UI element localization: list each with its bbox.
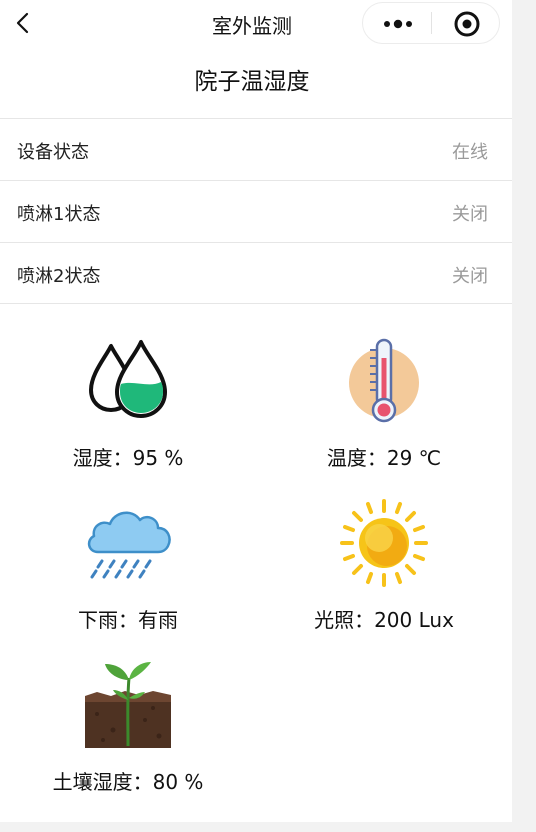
status-list: 设备状态 在线 喷淋1状态 关闭 喷淋2状态 关闭 <box>0 118 512 304</box>
status-value: 关闭 <box>452 204 488 225</box>
rain-label: 下雨：有雨 <box>78 608 178 632</box>
close-button[interactable] <box>433 3 499 43</box>
status-value: 在线 <box>452 142 488 163</box>
more-button[interactable] <box>363 3 431 43</box>
status-label: 喷淋2状态 <box>17 266 101 287</box>
sun-icon <box>340 499 428 587</box>
mini-program-capsule <box>362 2 500 44</box>
capsule-divider <box>431 12 432 34</box>
status-label: 喷淋1状态 <box>17 204 101 225</box>
target-icon <box>454 11 480 37</box>
temperature-tile: 温度：29 ℃ <box>256 336 512 470</box>
thermometer-icon <box>349 338 419 423</box>
status-label: 设备状态 <box>17 142 89 163</box>
status-value: 关闭 <box>452 266 488 287</box>
rain-tile: 下雨：有雨 <box>0 506 256 632</box>
nav-bar: 室外监测 <box>0 0 512 46</box>
status-row-device: 设备状态 在线 <box>0 118 512 180</box>
seedling-icon <box>85 662 171 748</box>
light-label: 光照：200 Lux <box>314 608 454 632</box>
humidity-label: 湿度：95 % <box>72 446 184 470</box>
light-tile: 光照：200 Lux <box>256 498 512 632</box>
humidity-tile: 湿度：95 % <box>0 338 256 470</box>
page-title: 院子温湿度 <box>194 69 310 95</box>
status-row-sprinkler-1: 喷淋1状态 关闭 <box>0 180 512 242</box>
soil-label: 土壤湿度：80 % <box>52 770 204 794</box>
more-dots-icon <box>384 19 412 29</box>
rain-cloud-icon <box>87 511 171 579</box>
soil-tile: 土壤湿度：80 % <box>0 660 256 794</box>
status-row-sprinkler-2: 喷淋2状态 关闭 <box>0 242 512 304</box>
water-drops-icon <box>89 340 167 418</box>
scroll-track <box>512 0 536 832</box>
temperature-label: 温度：29 ℃ <box>326 446 442 470</box>
bottom-bar <box>0 822 512 832</box>
